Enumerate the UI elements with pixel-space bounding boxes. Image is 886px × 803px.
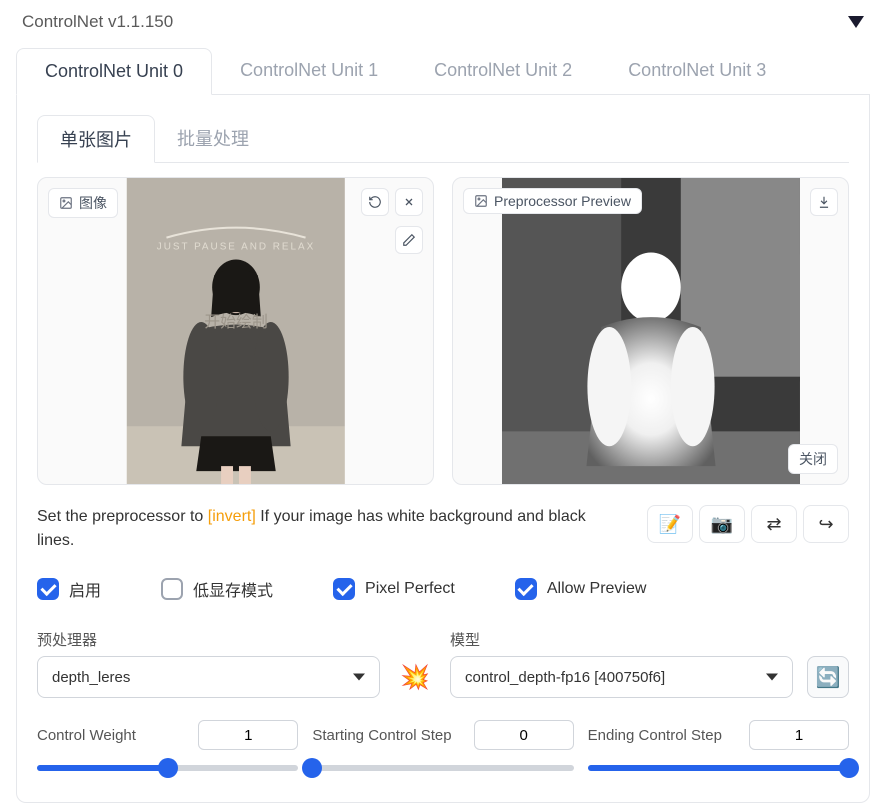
input-image-panel[interactable]: 图像 JUST PAUSE AND RELAX <box>37 177 434 485</box>
enable-checkbox[interactable]: 启用 <box>37 577 101 601</box>
input-mode-tabs: 单张图片 批量处理 <box>37 115 849 163</box>
tab-unit-1[interactable]: ControlNet Unit 1 <box>212 48 406 94</box>
undo-icon <box>368 195 382 209</box>
tab-unit-0[interactable]: ControlNet Unit 0 <box>16 48 212 95</box>
image-icon <box>474 194 488 208</box>
help-row: Set the preprocessor to [invert] If your… <box>37 505 849 553</box>
checkbox-icon <box>333 578 355 600</box>
close-icon <box>403 196 415 208</box>
doc-icon: 📝 <box>659 514 681 535</box>
allow-preview-checkbox[interactable]: Allow Preview <box>515 578 647 600</box>
caret-down-icon <box>848 16 864 28</box>
refresh-models-button[interactable]: 🔄 <box>807 656 849 698</box>
starting-step-label: Starting Control Step <box>312 727 451 744</box>
starting-step-input[interactable] <box>474 720 574 750</box>
control-weight-group: Control Weight <box>37 720 298 778</box>
webcam-button[interactable]: 📷 <box>699 505 745 543</box>
edit-button[interactable] <box>395 226 423 254</box>
control-weight-label: Control Weight <box>37 727 136 744</box>
tab-single-image[interactable]: 单张图片 <box>37 115 155 163</box>
pencil-icon <box>402 233 416 247</box>
model-select[interactable]: control_depth-fp16 [400750f6] <box>450 656 793 698</box>
model-label: 模型 <box>450 629 793 650</box>
invert-link[interactable]: [invert] <box>208 508 256 525</box>
options-row: 启用 低显存模式 Pixel Perfect Allow Preview <box>37 577 849 601</box>
preview-panel: Preprocessor Preview 关闭 <box>452 177 849 485</box>
tab-unit-2[interactable]: ControlNet Unit 2 <box>406 48 600 94</box>
pixel-perfect-checkbox[interactable]: Pixel Perfect <box>333 578 455 600</box>
input-image: JUST PAUSE AND RELAX 开始绘制 <box>126 178 345 484</box>
panel-action-buttons: 📝 📷 ⇄ ↪ <box>647 505 849 543</box>
preview-label: Preprocessor Preview <box>463 188 642 214</box>
sliders-row: Control Weight Starting Control Step End… <box>37 720 849 778</box>
swap-icon: ⇄ <box>766 514 781 535</box>
ending-step-input[interactable] <box>749 720 849 750</box>
accordion-title: ControlNet v1.1.150 <box>22 12 173 32</box>
image-icon <box>59 196 73 210</box>
svg-text:JUST PAUSE AND RELAX: JUST PAUSE AND RELAX <box>156 242 314 253</box>
checkbox-icon <box>161 578 183 600</box>
lowvram-checkbox[interactable]: 低显存模式 <box>161 577 273 601</box>
tab-unit-3[interactable]: ControlNet Unit 3 <box>600 48 794 94</box>
starting-step-slider[interactable] <box>312 758 573 778</box>
accordion-header[interactable]: ControlNet v1.1.150 <box>0 0 886 40</box>
send-icon: ↪ <box>818 514 833 535</box>
ending-step-slider[interactable] <box>588 758 849 778</box>
clear-button[interactable] <box>395 188 423 216</box>
starting-step-group: Starting Control Step <box>312 720 573 778</box>
ending-step-group: Ending Control Step <box>588 720 849 778</box>
download-button[interactable] <box>810 188 838 216</box>
model-row: 预处理器 depth_leres 💥 模型 control_depth-fp16… <box>37 629 849 698</box>
control-weight-input[interactable] <box>198 720 298 750</box>
close-preview-button[interactable]: 关闭 <box>788 444 838 474</box>
control-weight-slider[interactable] <box>37 758 298 778</box>
preprocessor-label: 预处理器 <box>37 629 380 650</box>
help-text: Set the preprocessor to [invert] If your… <box>37 505 617 553</box>
draw-overlay-text: 开始绘制 <box>204 313 268 331</box>
preview-image <box>501 178 799 484</box>
download-icon <box>817 195 831 209</box>
ending-step-label: Ending Control Step <box>588 727 722 744</box>
run-preprocessor-button[interactable]: 💥 <box>394 656 436 698</box>
burst-icon: 💥 <box>400 663 430 692</box>
checkbox-icon <box>515 578 537 600</box>
camera-icon: 📷 <box>711 514 733 535</box>
image-panels: 图像 JUST PAUSE AND RELAX <box>37 177 849 485</box>
send-button[interactable]: ↪ <box>803 505 849 543</box>
preprocessor-select[interactable]: depth_leres <box>37 656 380 698</box>
new-canvas-button[interactable]: 📝 <box>647 505 693 543</box>
unit-panel: 单张图片 批量处理 图像 <box>16 95 870 803</box>
unit-tabs: ControlNet Unit 0 ControlNet Unit 1 Cont… <box>16 48 870 95</box>
refresh-icon: 🔄 <box>816 665 841 690</box>
checkbox-icon <box>37 578 59 600</box>
swap-button[interactable]: ⇄ <box>751 505 797 543</box>
tab-batch[interactable]: 批量处理 <box>155 115 271 162</box>
undo-button[interactable] <box>361 188 389 216</box>
input-image-label: 图像 <box>48 188 118 218</box>
